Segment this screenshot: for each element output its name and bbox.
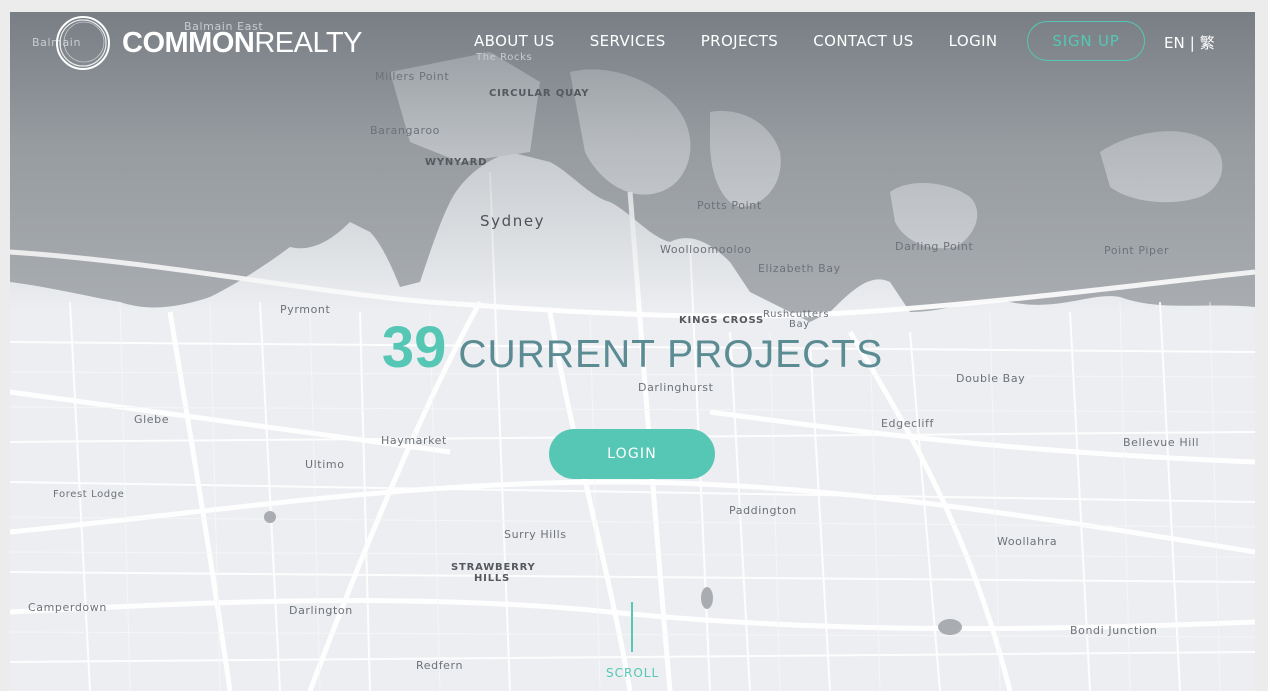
nav-services[interactable]: SERVICES xyxy=(590,32,666,50)
map-label: Redfern xyxy=(416,659,464,672)
nav-login[interactable]: LOGIN xyxy=(949,32,998,50)
map-label: Woollahra xyxy=(997,535,1058,548)
map-label: Camperdown xyxy=(28,601,107,614)
map-label: Darlington xyxy=(289,604,353,617)
map-label: Bondi Junction xyxy=(1070,624,1158,637)
hero-heading: 39 CURRENT PROJECTS xyxy=(10,314,1255,381)
hero-login-button[interactable]: LOGIN xyxy=(549,429,715,479)
language-switcher: EN | 繁 xyxy=(1164,32,1215,53)
map-label: Elizabeth Bay xyxy=(758,262,841,275)
map-label: HILLS xyxy=(474,573,511,584)
hero-title: CURRENT PROJECTS xyxy=(458,333,884,376)
top-navigation: COMMONREALTY ABOUT US SERVICES PROJECTS … xyxy=(10,12,1255,76)
map-label: Barangaroo xyxy=(370,124,440,137)
map-label: Woolloomooloo xyxy=(660,243,752,256)
sign-up-button[interactable]: SIGN UP xyxy=(1027,21,1145,61)
nav-projects[interactable]: PROJECTS xyxy=(701,32,779,50)
hero-section: Balmain East Balmain The Rocks Millers P… xyxy=(10,12,1255,691)
map-label: Potts Point xyxy=(697,199,762,212)
map-label: WYNYARD xyxy=(425,157,488,168)
brand-name: COMMONREALTY xyxy=(122,27,362,60)
map-label: Sydney xyxy=(480,212,546,230)
brand-name-light: REALTY xyxy=(254,26,362,59)
map-label: Darlinghurst xyxy=(638,381,714,394)
scroll-indicator-line xyxy=(631,602,633,652)
map-label: Edgecliff xyxy=(881,417,934,430)
map-label: Point Piper xyxy=(1104,244,1170,257)
map-label: Surry Hills xyxy=(504,528,567,541)
nav-links: ABOUT US SERVICES PROJECTS CONTACT US LO… xyxy=(474,32,1033,50)
map-label: CIRCULAR QUAY xyxy=(489,88,590,99)
map-label: Haymarket xyxy=(381,434,447,447)
map-label: Bellevue Hill xyxy=(1123,436,1200,449)
map-label: Glebe xyxy=(134,413,170,426)
map-label: Ultimo xyxy=(305,458,345,471)
logo-circle-icon xyxy=(56,16,110,70)
scroll-label[interactable]: SCROLL xyxy=(606,666,658,680)
brand-logo[interactable]: COMMONREALTY xyxy=(54,14,362,72)
map-label: STRAWBERRY xyxy=(451,562,536,573)
map-label: Paddington xyxy=(729,504,797,517)
project-count: 39 xyxy=(381,315,447,380)
nav-about-us[interactable]: ABOUT US xyxy=(474,32,555,50)
map-label: Forest Lodge xyxy=(53,489,125,500)
map-label: Darling Point xyxy=(895,240,974,253)
lang-traditional-chinese-link[interactable]: 繁 xyxy=(1200,34,1215,52)
nav-contact-us[interactable]: CONTACT US xyxy=(813,32,913,50)
lang-separator: | xyxy=(1189,34,1195,52)
lang-en-link[interactable]: EN xyxy=(1164,34,1185,52)
brand-name-bold: COMMON xyxy=(122,26,255,59)
